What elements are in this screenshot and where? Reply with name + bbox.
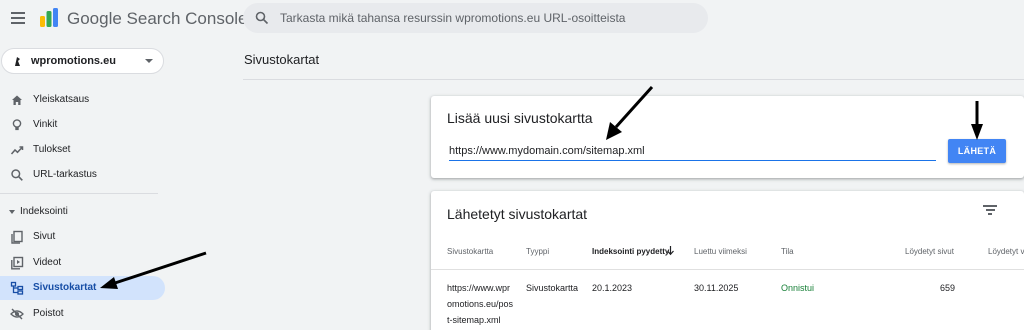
visibility-off-icon <box>10 308 24 320</box>
cell-discovered-pages: 659 <box>940 283 956 293</box>
cell-sitemap[interactable]: https://www.wpr omotions.eu/pos t-sitema… <box>447 280 513 328</box>
search-console-logo <box>40 8 58 27</box>
search-placeholder: Tarkasta mikä tahansa resurssin wpromoti… <box>280 11 626 25</box>
chevron-down-icon <box>145 59 153 63</box>
column-header-status[interactable]: Tila <box>781 247 794 256</box>
column-header-discovered-pages[interactable]: Löydetyt sivut <box>905 247 954 256</box>
sidebar-item-videos[interactable]: Videot <box>0 251 165 275</box>
sidebar-item-label: URL-tarkastus <box>33 169 97 180</box>
app-title[interactable]: Google Search Console <box>67 9 248 29</box>
column-header-type[interactable]: Tyyppi <box>526 247 549 256</box>
sidebar-divider <box>0 193 158 194</box>
column-header-sitemap[interactable]: Sivustokartta <box>447 247 493 256</box>
sidebar-item-tips[interactable]: Vinkit <box>0 113 165 137</box>
page-title: Sivustokartat <box>244 52 320 67</box>
video-icon <box>11 256 24 270</box>
home-icon <box>12 95 22 105</box>
add-sitemap-card: Lisää uusi sivustokartta LÄHETÄ <box>431 96 1024 178</box>
add-sitemap-title: Lisää uusi sivustokartta <box>447 110 593 126</box>
sidebar-item-label: Sivut <box>33 231 56 242</box>
trending-icon <box>10 146 24 155</box>
sidebar-item-label: Vinkit <box>33 119 58 130</box>
sidebar-section-indexing[interactable]: Indeksointi <box>0 202 165 222</box>
sidebar-item-performance[interactable]: Tulokset <box>0 138 165 162</box>
sidebar-item-label: Videot <box>33 257 62 268</box>
cell-last-read: 30.11.2025 <box>694 283 739 293</box>
url-inspection-search[interactable]: Tarkasta mikä tahansa resurssin wpromoti… <box>243 3 708 33</box>
cell-sitemap-line: t-sitemap.xml <box>447 315 501 325</box>
submitted-sitemaps-card: Lähetetyt sivustokartat Sivustokartta Ty… <box>431 191 1024 330</box>
property-name: wpromotions.eu <box>31 55 116 67</box>
header-divider <box>243 79 1024 80</box>
pages-icon <box>11 230 23 244</box>
sidebar-item-pages[interactable]: Sivut <box>0 225 165 249</box>
sidebar-item-url-inspection[interactable]: URL-tarkastus <box>0 163 165 187</box>
sidebar-item-overview[interactable]: Yleiskatsaus <box>0 88 165 112</box>
section-label: Indeksointi <box>20 206 68 217</box>
search-icon <box>255 11 269 25</box>
sidebar-item-label: Sivustokartat <box>33 282 97 293</box>
cell-sitemap-line: omotions.eu/pos <box>447 299 514 309</box>
lightbulb-icon <box>12 119 22 131</box>
submit-button[interactable]: LÄHETÄ <box>948 139 1006 163</box>
filter-icon[interactable] <box>983 205 997 217</box>
top-bar: Google Search Console Tarkasta mikä taha… <box>0 0 1024 38</box>
menu-icon[interactable] <box>11 12 25 24</box>
cell-status: Onnistui <box>781 283 815 293</box>
column-header-discovered-videos[interactable]: Löydetyt v <box>988 247 1024 256</box>
sitemap-icon <box>10 281 24 295</box>
caret-down-icon <box>9 210 15 214</box>
sidebar-item-removals[interactable]: Poistot <box>0 302 165 326</box>
table-header-divider <box>431 269 1024 270</box>
column-header-last-read[interactable]: Luettu viimeksi <box>694 247 747 256</box>
column-header-submitted[interactable]: Indeksointi pyydetty <box>592 247 669 256</box>
submitted-sitemaps-title: Lähetetyt sivustokartat <box>447 206 588 222</box>
arrow-down-icon <box>667 246 674 256</box>
cell-submitted: 20.1.2023 <box>592 283 633 293</box>
sitemap-url-input[interactable] <box>449 144 936 161</box>
cell-sitemap-line: https://www.wpr <box>447 283 511 293</box>
property-selector[interactable]: wpromotions.eu <box>1 48 164 74</box>
sidebar-item-label: Tulokset <box>33 144 71 155</box>
search-icon <box>11 169 23 181</box>
cell-type: Sivustokartta <box>526 283 579 293</box>
sidebar-item-label: Yleiskatsaus <box>33 94 90 105</box>
property-icon <box>11 54 24 68</box>
sidebar-item-sitemaps[interactable]: Sivustokartat <box>0 276 165 300</box>
sidebar-item-label: Poistot <box>33 308 64 319</box>
